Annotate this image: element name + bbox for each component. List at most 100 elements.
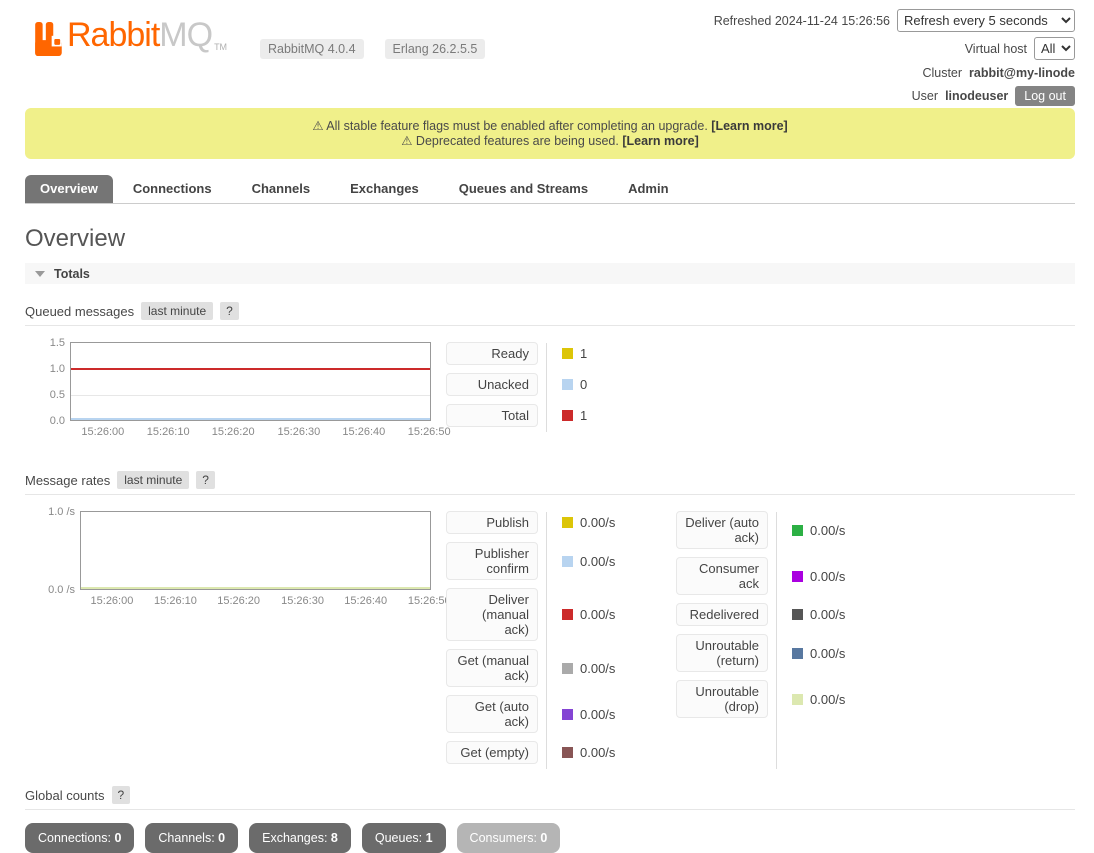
- rates-xtick-2: 15:26:20: [217, 595, 260, 607]
- warning-banner: ⚠ All stable feature flags must be enabl…: [25, 108, 1075, 159]
- get-manual-ack-value: 0.00/s: [580, 661, 615, 676]
- unacked-value: 0: [580, 377, 587, 392]
- user-label: User: [912, 89, 938, 103]
- trademark-symbol: TM: [214, 42, 227, 52]
- get-empty-value: 0.00/s: [580, 745, 615, 760]
- refresh-interval-select[interactable]: Refresh every 5 seconds: [897, 9, 1075, 32]
- queued-plot-area: [70, 342, 431, 421]
- queued-messages-title: Queued messages: [25, 304, 134, 319]
- connections-count-value: 0: [114, 831, 121, 845]
- legend-row-publisher-confirm: Publisher confirm 0.00/s: [446, 542, 660, 580]
- cluster-name: rabbit@my-linode: [969, 66, 1075, 80]
- totals-section-toggle[interactable]: Totals: [25, 263, 1075, 284]
- redelivered-value: 0.00/s: [810, 607, 845, 622]
- rates-xtick-4: 15:26:40: [344, 595, 387, 607]
- consumers-count-chip: Consumers: 0: [457, 823, 561, 853]
- deliver-auto-ack-value: 0.00/s: [810, 523, 845, 538]
- global-counts-chips: Connections: 0 Channels: 0 Exchanges: 8 …: [25, 823, 1075, 853]
- queued-xtick-3: 15:26:30: [277, 426, 320, 438]
- header-controls: Refreshed 2024-11-24 15:26:56 Refresh ev…: [714, 9, 1075, 106]
- unroutable-drop-swatch: [792, 694, 803, 705]
- total-label: Total: [446, 404, 538, 427]
- deliver-auto-ack-label: Deliver (auto ack): [676, 511, 768, 549]
- get-manual-ack-label: Get (manual ack): [446, 649, 538, 687]
- legend-row-unroutable-drop: Unroutable (drop) 0.00/s: [676, 680, 890, 718]
- publish-value: 0.00/s: [580, 515, 615, 530]
- queues-count-chip: Queues: 1: [362, 823, 446, 853]
- rabbitmq-logo-icon: [35, 22, 63, 56]
- consumer-ack-label: Consumer ack: [676, 557, 768, 595]
- feature-flags-warning: ⚠ All stable feature flags must be enabl…: [25, 119, 1075, 134]
- legend-row-unroutable-return: Unroutable (return) 0.00/s: [676, 634, 890, 672]
- tab-overview[interactable]: Overview: [25, 175, 113, 203]
- tab-admin[interactable]: Admin: [608, 175, 688, 203]
- unroutable-drop-value: 0.00/s: [810, 692, 845, 707]
- ready-label: Ready: [446, 342, 538, 365]
- global-counts-help-button[interactable]: ?: [112, 786, 131, 804]
- publish-swatch: [562, 517, 573, 528]
- tab-queues-and-streams[interactable]: Queues and Streams: [439, 175, 608, 203]
- legend-divider: [546, 343, 547, 432]
- consumer-ack-swatch: [792, 571, 803, 582]
- rates-xtick-5: 15:26:50: [408, 595, 451, 607]
- legend-row-deliver-auto-ack: Deliver (auto ack) 0.00/s: [676, 511, 890, 549]
- unroutable-return-label: Unroutable (return): [676, 634, 768, 672]
- queued-ytick-1-0: 1.0: [15, 363, 65, 375]
- queued-ytick-0-0: 0.0: [15, 415, 65, 427]
- tab-channels[interactable]: Channels: [232, 175, 331, 203]
- rates-x-axis: 15:26:00 15:26:10 15:26:20 15:26:30 15:2…: [80, 595, 431, 609]
- tab-exchanges[interactable]: Exchanges: [330, 175, 439, 203]
- redelivered-swatch: [792, 609, 803, 620]
- queued-xtick-0: 15:26:00: [81, 426, 124, 438]
- queued-xtick-5: 15:26:50: [408, 426, 451, 438]
- virtual-host-select[interactable]: All: [1034, 37, 1075, 60]
- unacked-series-line: [71, 418, 430, 420]
- user-name: linodeuser: [945, 89, 1008, 103]
- tab-connections[interactable]: Connections: [113, 175, 232, 203]
- unacked-swatch: [562, 379, 573, 390]
- message-rates-legend: Publish 0.00/s Publisher confirm 0.00/s …: [446, 511, 890, 772]
- legend-row-unacked: Unacked 0: [446, 373, 587, 396]
- queued-xtick-4: 15:26:40: [342, 426, 385, 438]
- queued-ytick-1-5: 1.5: [15, 337, 65, 349]
- consumers-count-value: 0: [540, 831, 547, 845]
- deprecated-features-warning-text: ⚠ Deprecated features are being used.: [401, 134, 619, 148]
- logout-button[interactable]: Log out: [1015, 86, 1075, 106]
- refreshed-timestamp: Refreshed 2024-11-24 15:26:56: [714, 14, 890, 28]
- queued-range-badge[interactable]: last minute: [141, 302, 213, 320]
- rates-ytick-top: 1.0 /s: [25, 506, 75, 518]
- message-rates-title: Message rates: [25, 473, 110, 488]
- publish-label: Publish: [446, 511, 538, 534]
- unroutable-return-swatch: [792, 648, 803, 659]
- unroutable-drop-label: Unroutable (drop): [676, 680, 768, 718]
- deliver-auto-ack-swatch: [792, 525, 803, 536]
- rates-help-button[interactable]: ?: [196, 471, 215, 489]
- redelivered-label: Redelivered: [676, 603, 768, 626]
- total-series-line: [71, 368, 430, 370]
- global-counts-header: Global counts ?: [25, 786, 1075, 810]
- deprecated-features-learn-more-link[interactable]: [Learn more]: [622, 134, 698, 148]
- queues-count-value: 1: [426, 831, 433, 845]
- totals-section-label: Totals: [54, 267, 90, 281]
- channels-count-chip: Channels: 0: [145, 823, 238, 853]
- rates-ytick-bottom: 0.0 /s: [25, 584, 75, 596]
- rabbitmq-version-badge: RabbitMQ 4.0.4: [260, 39, 364, 59]
- get-empty-label: Get (empty): [446, 741, 538, 764]
- queued-xtick-1: 15:26:10: [147, 426, 190, 438]
- legend-row-get-auto-ack: Get (auto ack) 0.00/s: [446, 695, 660, 733]
- get-auto-ack-label: Get (auto ack): [446, 695, 538, 733]
- legend-row-ready: Ready 1: [446, 342, 587, 365]
- queued-help-button[interactable]: ?: [220, 302, 239, 320]
- queued-ytick-0-5: 0.5: [15, 389, 65, 401]
- queued-messages-legend: Ready 1 Unacked 0 Total 1: [446, 342, 587, 435]
- queued-xtick-2: 15:26:20: [212, 426, 255, 438]
- unroutable-return-value: 0.00/s: [810, 646, 845, 661]
- rates-range-badge[interactable]: last minute: [117, 471, 189, 489]
- page-title: Overview: [25, 225, 1094, 253]
- rates-plot-area: [80, 511, 431, 590]
- feature-flags-learn-more-link[interactable]: [Learn more]: [711, 119, 787, 133]
- global-counts-title: Global counts: [25, 788, 105, 803]
- total-value: 1: [580, 408, 587, 423]
- ready-value: 1: [580, 346, 587, 361]
- get-auto-ack-swatch: [562, 709, 573, 720]
